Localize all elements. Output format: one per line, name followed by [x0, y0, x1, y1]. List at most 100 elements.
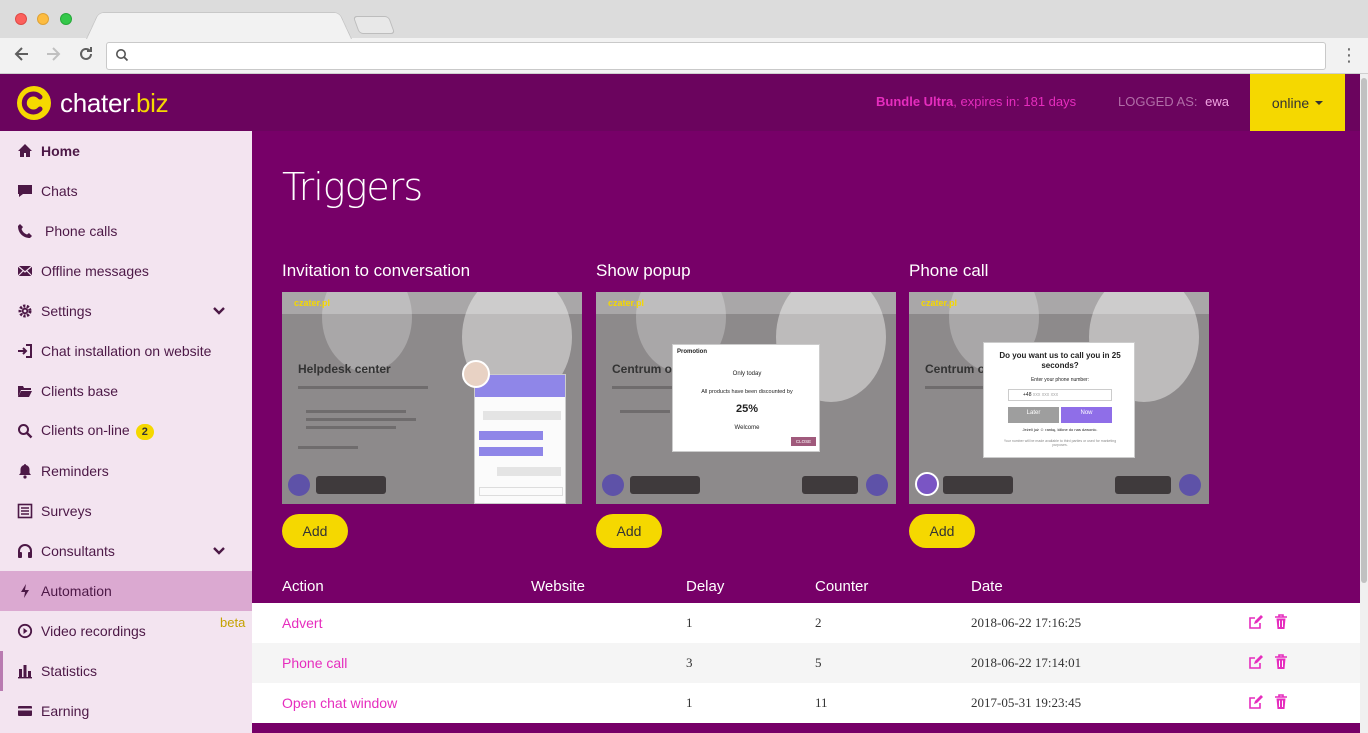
sidebar-item-video-recordings[interactable]: Video recordings: [0, 611, 252, 651]
maximize-window-button[interactable]: [60, 13, 72, 25]
row-action-link[interactable]: Open chat window: [282, 695, 397, 711]
thumb-invite-bubble: [630, 476, 700, 494]
forward-arrow-icon[interactable]: [42, 44, 64, 66]
browser-menu-icon[interactable]: ⋮: [1340, 44, 1358, 66]
sidebar-item-clients-online[interactable]: Clients on-line 2: [0, 411, 252, 451]
trash-icon[interactable]: [1274, 694, 1288, 710]
phone-icon: [17, 223, 33, 239]
thumb-invite-bubble: [316, 476, 386, 494]
thumb-text-line: [298, 446, 358, 449]
reload-icon[interactable]: [75, 44, 97, 66]
col-action: Action: [282, 578, 324, 595]
new-tab-button[interactable]: [352, 16, 396, 34]
logo-mark-icon: [17, 86, 51, 120]
envelope-icon: [17, 263, 33, 279]
page-title: Triggers: [282, 165, 423, 209]
beta-label: beta: [220, 615, 246, 630]
thumb-chat-msg: [497, 467, 561, 476]
edit-icon[interactable]: [1248, 615, 1263, 630]
thumb-text-line: [306, 426, 396, 429]
logo-text: chater.biz: [60, 87, 169, 118]
bell-icon: [17, 463, 33, 479]
sidebar-item-chat-installation[interactable]: Chat installation on website: [0, 331, 252, 371]
add-invitation-button[interactable]: Add: [282, 514, 348, 548]
logged-user: ewa: [1205, 94, 1229, 109]
card-title: Invitation to conversation: [282, 261, 471, 280]
row-action-link[interactable]: Phone call: [282, 655, 347, 671]
thumb-phone-bubble: [915, 472, 939, 496]
close-window-button[interactable]: [15, 13, 27, 25]
sidebar-item-consultants[interactable]: Consultants: [0, 531, 252, 571]
row-date: 2018-06-22 17:14:01: [971, 655, 1082, 670]
thumb-help-bubble: [802, 476, 858, 494]
card-title: Phone call: [909, 261, 989, 280]
logo[interactable]: chater.biz: [16, 84, 169, 122]
trash-icon[interactable]: [1274, 614, 1288, 630]
sidebar-item-home[interactable]: Home: [0, 131, 252, 171]
add-popup-button[interactable]: Add: [596, 514, 662, 548]
status-dropdown-button[interactable]: online: [1250, 74, 1345, 131]
trigger-preview-image[interactable]: czater.pl Centrum o Promotion Only today…: [596, 292, 896, 504]
thumb-phone-bubble: [288, 474, 310, 496]
sign-in-icon: [17, 343, 33, 359]
row-counter: 5: [815, 655, 822, 670]
caret-down-icon: [1315, 100, 1324, 105]
thumb-phone-bubble: [602, 474, 624, 496]
sidebar-item-earning[interactable]: Earning: [0, 691, 252, 731]
back-arrow-icon[interactable]: [11, 44, 33, 66]
tab-strip: [0, 0, 1368, 39]
trigger-card-invitation: Invitation to conversation czater.pl Hel…: [282, 261, 582, 548]
thumb-chat-bubble: [866, 474, 888, 496]
chevron-down-icon[interactable]: [212, 304, 226, 318]
logged-as: LOGGED AS: ewa: [1118, 94, 1229, 109]
trigger-preview-image[interactable]: czater.pl Helpdesk center: [282, 292, 582, 504]
sidebar-item-chats[interactable]: Chats: [0, 171, 252, 211]
search-icon: [17, 423, 33, 439]
address-bar[interactable]: [106, 42, 1326, 70]
play-circle-icon: [17, 623, 33, 639]
row-action-link[interactable]: Advert: [282, 615, 322, 631]
trash-icon[interactable]: [1274, 654, 1288, 670]
col-website: Website: [531, 578, 585, 595]
headphones-icon: [17, 543, 33, 559]
call-note: Your number will be made available to th…: [1003, 439, 1117, 447]
row-counter: 11: [815, 695, 828, 710]
edit-icon[interactable]: [1248, 695, 1263, 710]
thumb-text-line: [925, 386, 985, 389]
row-date: 2018-06-22 17:16:25: [971, 615, 1082, 630]
triggers-table-header: Action Website Delay Counter Date: [252, 572, 1360, 604]
thumb-text-line: [306, 410, 406, 413]
sidebar-item-offline-messages[interactable]: Offline messages: [0, 251, 252, 291]
chevron-down-icon[interactable]: [212, 544, 226, 558]
sidebar-item-clients-base[interactable]: Clients base: [0, 371, 252, 411]
popup-line2: All products have been discounted by: [701, 389, 793, 395]
sidebar-item-settings[interactable]: Settings: [0, 291, 252, 331]
bar-chart-icon: [17, 663, 33, 679]
sidebar-item-automation[interactable]: Automation: [0, 571, 252, 611]
browser-tab[interactable]: [86, 12, 352, 39]
minimize-window-button[interactable]: [37, 13, 49, 25]
row-date: 2017-05-31 19:23:45: [971, 695, 1082, 710]
thumb-text-line: [306, 418, 416, 421]
sidebar-item-surveys[interactable]: Surveys: [0, 491, 252, 531]
edit-icon[interactable]: [1248, 655, 1263, 670]
thumb-call-dialog: Do you want us to call you in 25 seconds…: [983, 342, 1135, 458]
sidebar-item-statistics[interactable]: Statistics: [0, 651, 252, 691]
popup-title: Promotion: [677, 349, 707, 355]
scrollbar-thumb[interactable]: [1361, 78, 1367, 583]
popup-percent: 25%: [735, 403, 759, 415]
popup-line3: Welcome: [734, 425, 760, 431]
bundle-info: Bundle Ultra, expires in: 181 days: [876, 94, 1076, 109]
credit-card-icon: [17, 703, 33, 719]
folder-open-icon: [17, 383, 33, 399]
sidebar-item-phone-calls[interactable]: Phone calls: [0, 211, 252, 251]
col-counter: Counter: [815, 578, 869, 595]
popup-line1: Only today: [732, 371, 762, 377]
trigger-preview-image[interactable]: czater.pl Centrum o Do you want us to ca…: [909, 292, 1209, 504]
call-later-button: Later: [1008, 407, 1059, 423]
thumb-logo: czater.pl: [608, 298, 645, 308]
thumb-chat-bubble: [1179, 474, 1201, 496]
call-prompt: Enter your phone number:: [1030, 377, 1090, 383]
sidebar-item-reminders[interactable]: Reminders: [0, 451, 252, 491]
add-phone-call-button[interactable]: Add: [909, 514, 975, 548]
